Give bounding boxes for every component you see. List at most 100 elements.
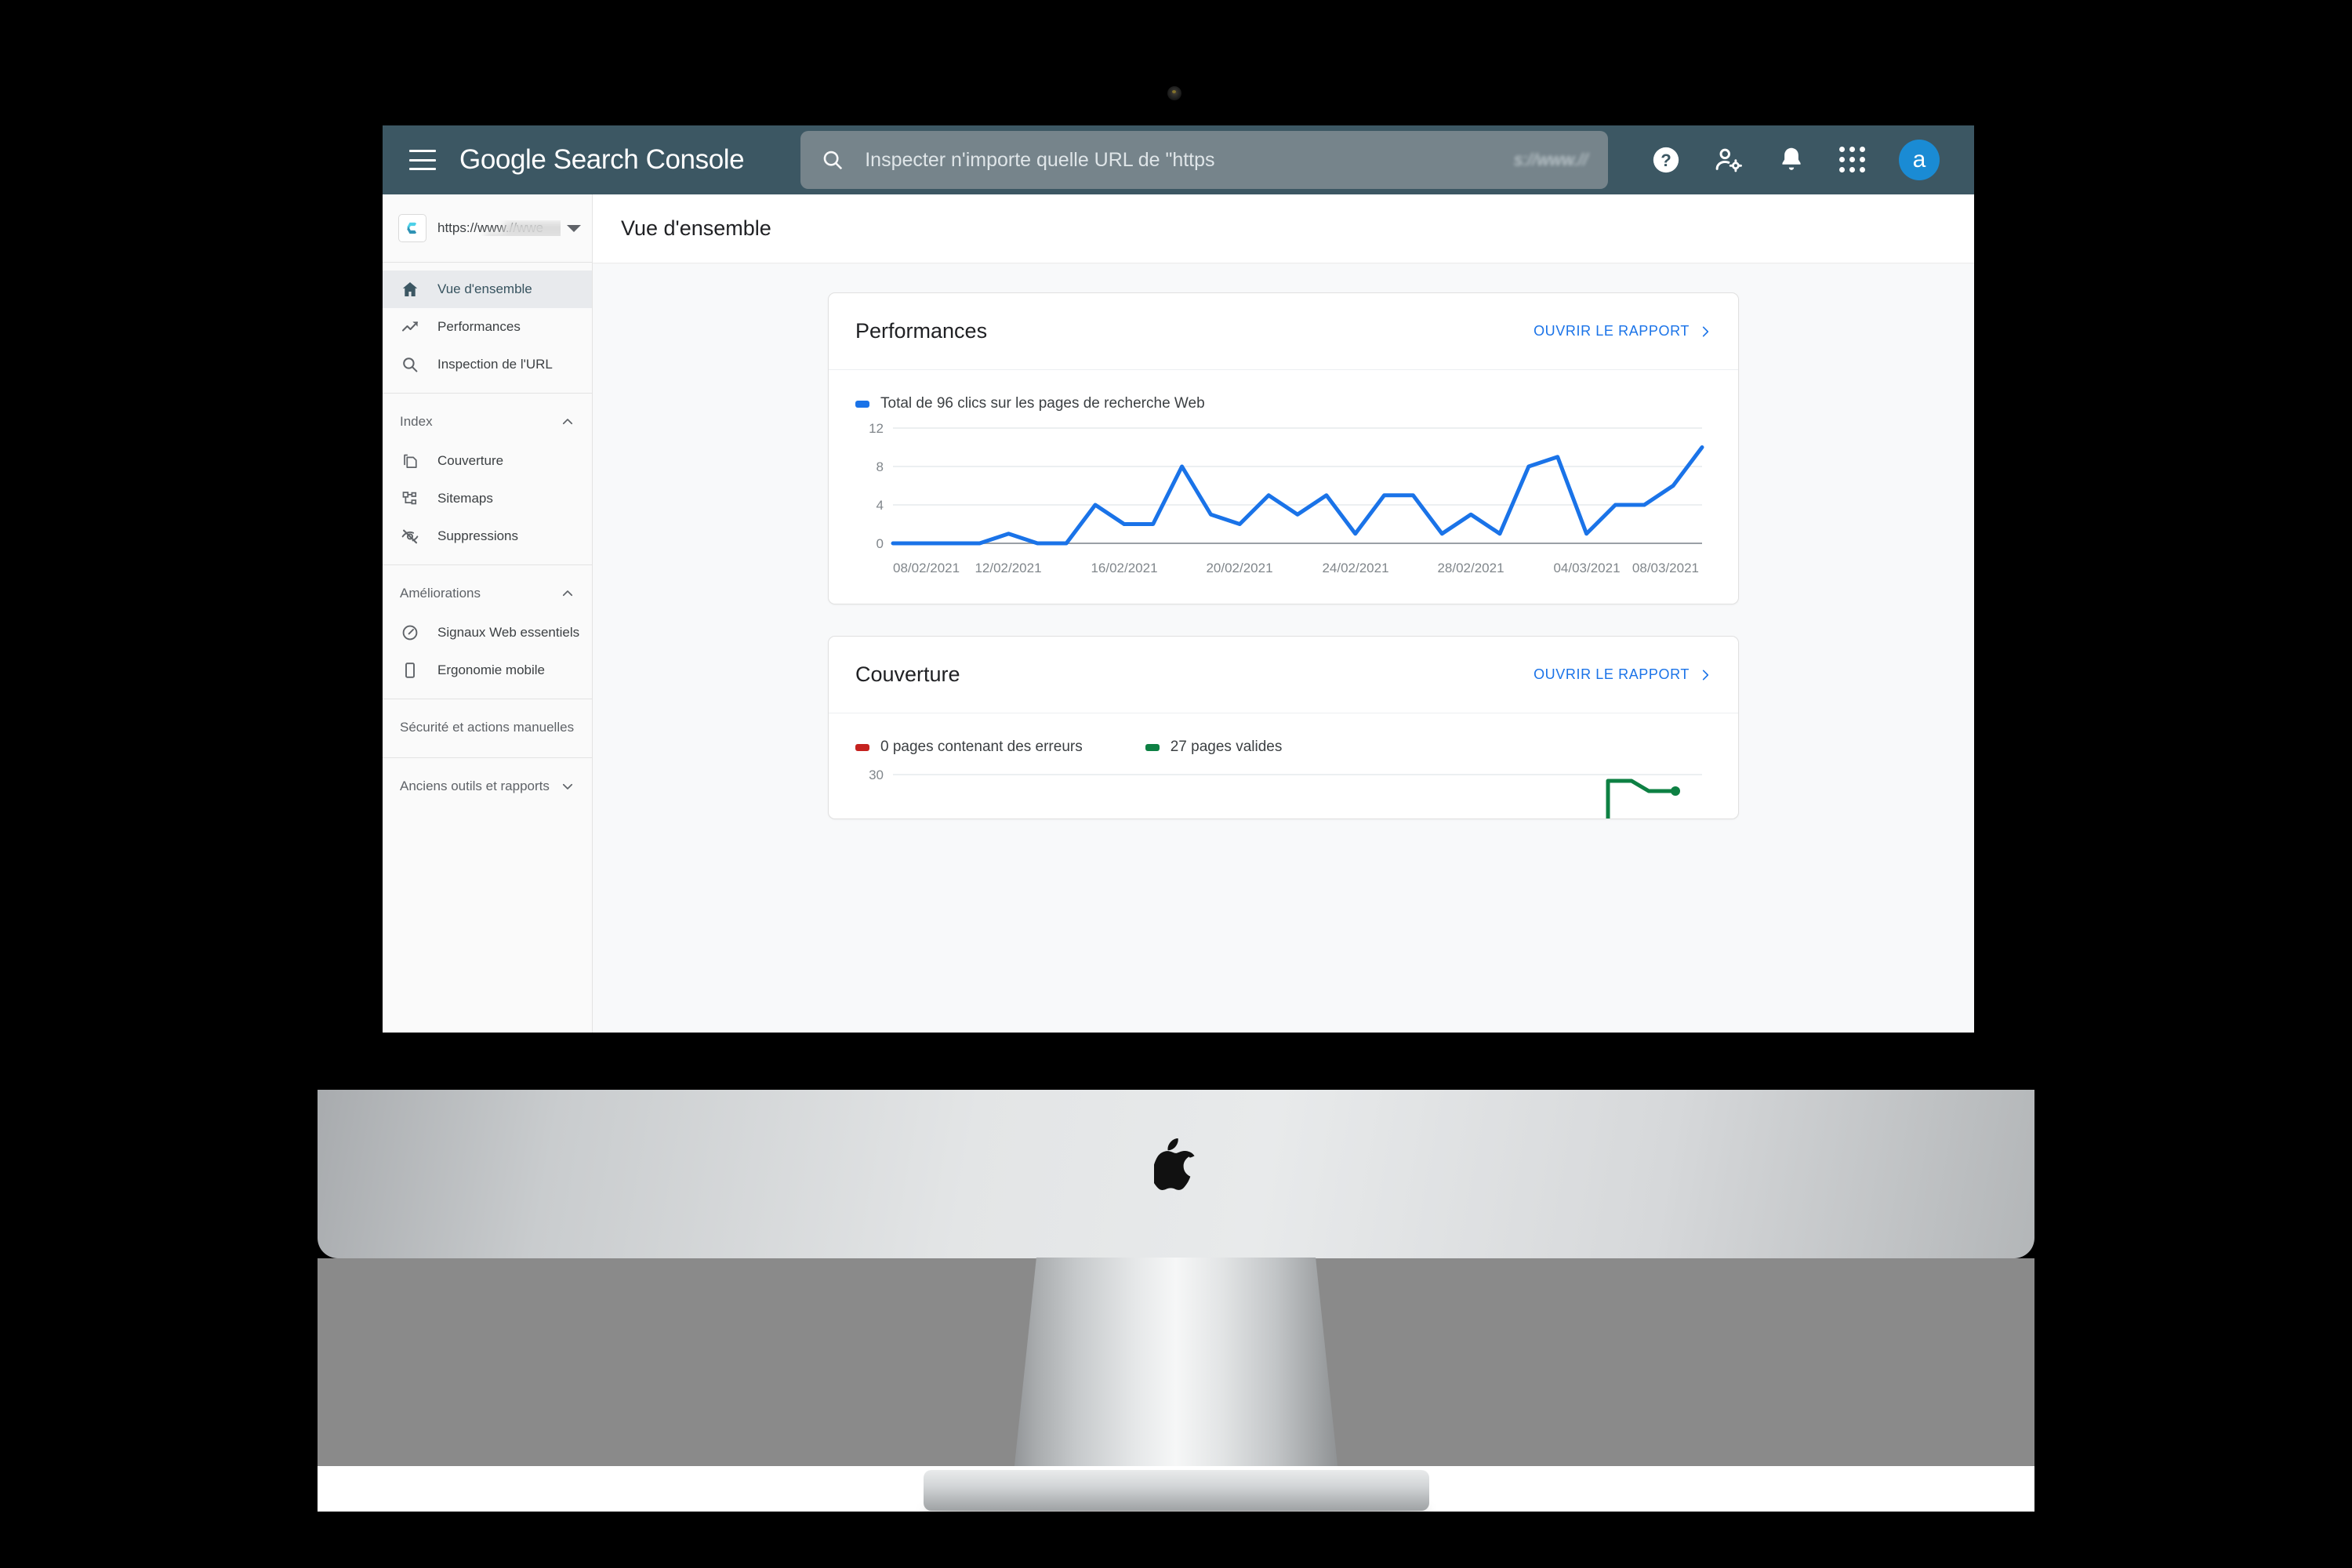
home-icon [400,279,420,299]
xtick-labels: 08/02/2021 12/02/2021 16/02/2021 20/02/2… [893,561,1699,575]
coverage-line-chart: 30 [869,768,1702,818]
sidebar-item-inspection-de-lurl[interactable]: Inspection de l'URL [383,346,592,383]
sidebar-group-header-securite-et-actions-manuelles[interactable]: Sécurité et actions manuelles [383,707,592,748]
page-title: Vue d'ensemble [621,216,771,240]
content-scroll-area[interactable]: Performances OUVRIR LE RAPPORT Total de … [593,264,1974,1033]
sidebar-item-vue-densemble[interactable]: Vue d'ensemble [383,270,592,308]
legend-label: Total de 96 clics sur les pages de reche… [880,395,1205,412]
ytick-4: 4 [877,498,884,513]
bell-icon[interactable] [1777,145,1806,175]
sidebar-item-performances[interactable]: Performances [383,308,592,346]
help-icon[interactable]: ? [1651,145,1681,175]
performance-legend: Total de 96 clics sur les pages de reche… [829,370,1738,412]
chevron-right-icon [1702,670,1709,680]
valid-pages-series-line [1606,779,1675,818]
legend-swatch [855,400,869,408]
coverage-chart: 30 [829,756,1738,818]
mobile-phone-icon [400,660,420,681]
open-report-link-coverage[interactable]: OUVRIR LE RAPPORT [1534,666,1711,683]
sidebar-item-ergonomie-mobile[interactable]: Ergonomie mobile [383,652,592,689]
legend-swatch [855,743,869,751]
legend-item-valid[interactable]: 27 pages valides [1145,739,1283,756]
app-body: https://www.//wwe Vue d'ensemble Perform… [383,194,1974,1033]
xtick-3: 20/02/2021 [1206,561,1272,575]
property-url-redacted-2 [485,233,561,236]
xtick-5: 28/02/2021 [1437,561,1504,575]
legend-item-clicks[interactable]: Total de 96 clics sur les pages de reche… [855,395,1205,412]
sidebar-item-couverture[interactable]: Couverture [383,442,592,480]
sidebar-group-header-ameliorations[interactable]: Améliorations [383,573,592,614]
sidebar-item-label: Vue d'ensemble [437,281,532,296]
sidebar-primary-group: Vue d'ensemble Performances Inspection d… [383,263,592,393]
property-url: https://www.//wwe [437,220,561,236]
card-title: Couverture [855,662,960,686]
page-header: Vue d'ensemble [593,194,1974,263]
sidebar-group-header-anciens-outils-et-rapports[interactable]: Anciens outils et rapports [383,766,592,807]
clicks-series-line [891,445,1704,546]
sitemap-icon [400,488,420,509]
chevron-down-icon[interactable] [574,720,575,735]
sidebar-group-label: Anciens outils et rapports [400,779,550,793]
app-header-bar: Google Search Console s://www.// ? [383,125,1974,194]
sidebar-item-label: Ergonomie mobile [437,662,546,677]
open-report-label: OUVRIR LE RAPPORT [1534,323,1690,339]
sidebar-group-header-index[interactable]: Index [383,401,592,442]
imac-stand-foot [924,1470,1429,1511]
ytick-12: 12 [869,421,884,436]
imac-chin [318,1090,2034,1258]
property-logo-c-icon [398,214,426,242]
xtick-0: 08/02/2021 [893,561,960,575]
speedometer-icon [400,622,420,643]
legend-label: 0 pages contenant des erreurs [880,739,1083,755]
open-report-link-performance[interactable]: OUVRIR LE RAPPORT [1534,323,1711,339]
chevron-up-icon[interactable] [561,586,575,601]
sidebar-item-signaux-web-essentiels[interactable]: Signaux Web essentiels [383,614,592,652]
account-settings-icon[interactable] [1714,145,1744,175]
xtick-7: 08/03/2021 [1632,561,1699,575]
ytick-8: 8 [877,459,884,474]
valid-pages-endpoint [1671,786,1680,796]
apple-logo-icon [1154,1138,1195,1191]
xtick-4: 24/02/2021 [1322,561,1388,575]
search-input[interactable] [863,147,1624,172]
legend-swatch [1145,743,1160,751]
chevron-down-icon[interactable] [561,779,575,793]
sidebar-group-label: Sécurité et actions manuelles [400,720,575,735]
apps-grid-icon[interactable] [1839,147,1866,173]
legend-label: 27 pages valides [1170,739,1283,755]
sidebar-item-label: Couverture [437,453,504,468]
chevron-down-icon[interactable] [567,224,581,232]
legend-item-errors[interactable]: 0 pages contenant des erreurs [855,739,1083,756]
performance-card-header: Performances OUVRIR LE RAPPORT [829,293,1738,370]
clicks-line-chart: 12 8 4 0 08/02/2021 12/02/2021 16/02/202… [869,421,1704,575]
menu-icon[interactable] [409,150,436,170]
screenshot-stage: Google Search Console s://www.// ? [0,0,2352,1568]
brand-product: Search Console [553,144,745,175]
main-content: Vue d'ensemble Performances OUVRIR LE RA… [593,194,1974,1033]
avatar[interactable]: a [1899,140,1940,180]
coverage-card-header: Couverture OUVRIR LE RAPPORT [829,637,1738,713]
coverage-card: Couverture OUVRIR LE RAPPORT 0 pages con… [828,636,1739,819]
property-selector[interactable]: https://www.//wwe [383,194,592,262]
sidebar-group-index: Index Couverture Sitemaps Suppressions [383,394,592,564]
sidebar-item-label: Signaux Web essentiels [437,625,580,640]
chevron-right-icon [1702,326,1709,336]
url-inspection-search-box[interactable]: s://www.// [800,131,1624,189]
trending-up-icon [400,317,420,337]
sidebar: https://www.//wwe Vue d'ensemble Perform… [383,194,593,1033]
card-title: Performances [855,319,988,343]
sidebar-item-label: Suppressions [437,528,519,543]
sidebar-item-sitemaps[interactable]: Sitemaps [383,480,592,517]
svg-text:?: ? [1661,151,1671,170]
imac-screen: Google Search Console s://www.// ? [383,125,1974,1033]
sidebar-group-ameliorations: Améliorations Signaux Web essentiels Erg… [383,565,592,699]
sidebar-group-anciens-outils: Anciens outils et rapports [383,758,592,816]
xtick-6: 04/03/2021 [1553,561,1620,575]
ytick-0: 0 [877,536,884,551]
chevron-up-icon[interactable] [561,415,575,429]
coverage-legend: 0 pages contenant des erreurs 27 pages v… [829,713,1738,756]
sidebar-item-suppressions[interactable]: Suppressions [383,517,592,555]
product-logo: Google Search Console [459,144,745,176]
header-actions: ? a [1651,140,1957,180]
ytick-30: 30 [869,768,884,782]
